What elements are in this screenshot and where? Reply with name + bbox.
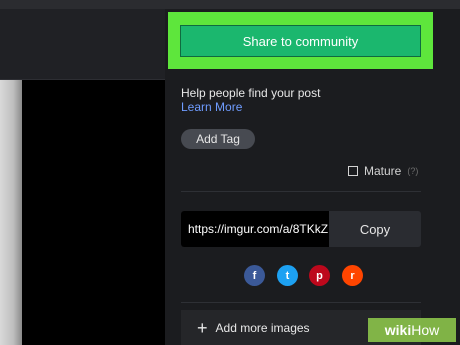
pinterest-icon[interactable]: p [309, 265, 330, 286]
help-text: Help people find your post [181, 86, 321, 100]
reddit-icon[interactable]: r [342, 265, 363, 286]
copy-button[interactable]: Copy [329, 211, 421, 247]
uploaded-image-preview [0, 80, 22, 345]
plus-icon: + [197, 317, 208, 338]
mature-label: Mature [364, 164, 402, 178]
section-divider [181, 302, 421, 303]
image-preview-panel [0, 9, 165, 345]
facebook-icon[interactable]: f [244, 265, 265, 286]
section-divider [181, 191, 421, 192]
share-url-field[interactable]: https://imgur.com/a/8TKkZ [181, 211, 329, 247]
add-tag-button[interactable]: Add Tag [181, 129, 255, 149]
watermark-how: How [411, 322, 440, 338]
add-more-images-label: Add more images [215, 320, 310, 335]
mature-help-icon[interactable]: (?) [407, 166, 418, 176]
learn-more-link[interactable]: Learn More [181, 100, 242, 114]
preview-header [0, 9, 165, 80]
mature-checkbox[interactable] [348, 166, 358, 176]
watermark-wiki: wiki [384, 322, 412, 338]
share-to-community-button[interactable]: Share to community [180, 25, 421, 57]
share-link-box: https://imgur.com/a/8TKkZ Copy [181, 211, 421, 247]
top-bar [0, 0, 460, 9]
wikihow-watermark: wiki How [368, 318, 456, 342]
twitter-icon[interactable]: t [277, 265, 298, 286]
mature-toggle[interactable]: Mature (?) [348, 164, 418, 178]
